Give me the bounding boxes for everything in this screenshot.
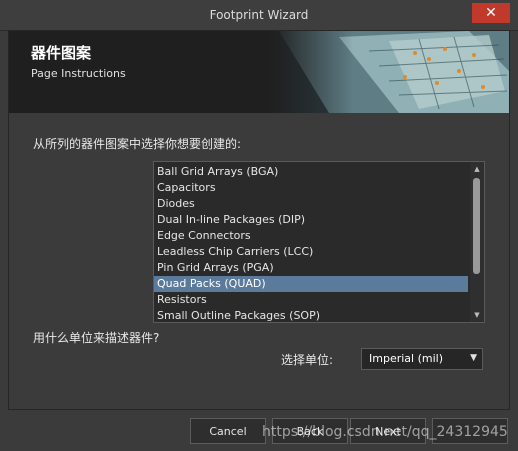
chevron-down-icon: ▼ xyxy=(470,353,477,363)
watermark-text: https://blog.csdn.net/qq_24312945 xyxy=(262,424,508,440)
close-icon: ✕ xyxy=(485,5,497,21)
pattern-list-item[interactable]: Leadless Chip Carriers (LCC) xyxy=(154,244,468,260)
pattern-list-item[interactable]: Quad Packs (QUAD) xyxy=(154,276,468,292)
title-bar: Footprint Wizard ✕ xyxy=(0,0,518,31)
wizard-page: 器件图案 Page Instructions 从所列的器件图案中选择你想要创建的… xyxy=(8,30,510,410)
cancel-button[interactable]: Cancel xyxy=(190,418,266,444)
pattern-list: Ball Grid Arrays (BGA) Capacitors Diodes Du… xyxy=(154,164,468,322)
pattern-listbox[interactable]: Ball Grid Arrays (BGA) Capacitors Diodes Du… xyxy=(153,161,485,323)
page-title: 器件图案 xyxy=(31,44,92,62)
units-select[interactable]: Imperial (mil) ▼ xyxy=(361,348,483,370)
units-prompt: 用什么单位来描述器件? xyxy=(33,331,160,345)
pcb-banner-graphic xyxy=(269,31,509,113)
pattern-list-item[interactable]: Pin Grid Arrays (PGA) xyxy=(154,260,468,276)
pattern-prompt: 从所列的器件图案中选择你想要创建的: xyxy=(33,137,242,151)
close-button[interactable]: ✕ xyxy=(472,3,510,23)
units-value: Imperial (mil) xyxy=(369,352,443,365)
pattern-list-item[interactable]: Diodes xyxy=(154,196,468,212)
page-instructions-label: Page Instructions xyxy=(31,67,126,80)
pattern-list-item[interactable]: Capacitors xyxy=(154,180,468,196)
vertical-scrollbar[interactable]: ▲ ▼ xyxy=(470,162,484,322)
units-label: 选择单位: xyxy=(281,353,334,367)
pattern-list-item[interactable]: Resistors xyxy=(154,292,468,308)
pattern-list-item[interactable]: Small Outline Packages (SOP) xyxy=(154,308,468,322)
pattern-list-item[interactable]: Dual In-line Packages (DIP) xyxy=(154,212,468,228)
scroll-thumb[interactable] xyxy=(473,178,480,274)
pattern-list-item[interactable]: Ball Grid Arrays (BGA) xyxy=(154,164,468,180)
scroll-up-icon[interactable]: ▲ xyxy=(470,163,484,175)
header-banner: 器件图案 Page Instructions xyxy=(9,31,509,113)
pattern-list-item[interactable]: Edge Connectors xyxy=(154,228,468,244)
scroll-down-icon[interactable]: ▼ xyxy=(470,309,484,321)
window-title: Footprint Wizard xyxy=(209,8,309,22)
